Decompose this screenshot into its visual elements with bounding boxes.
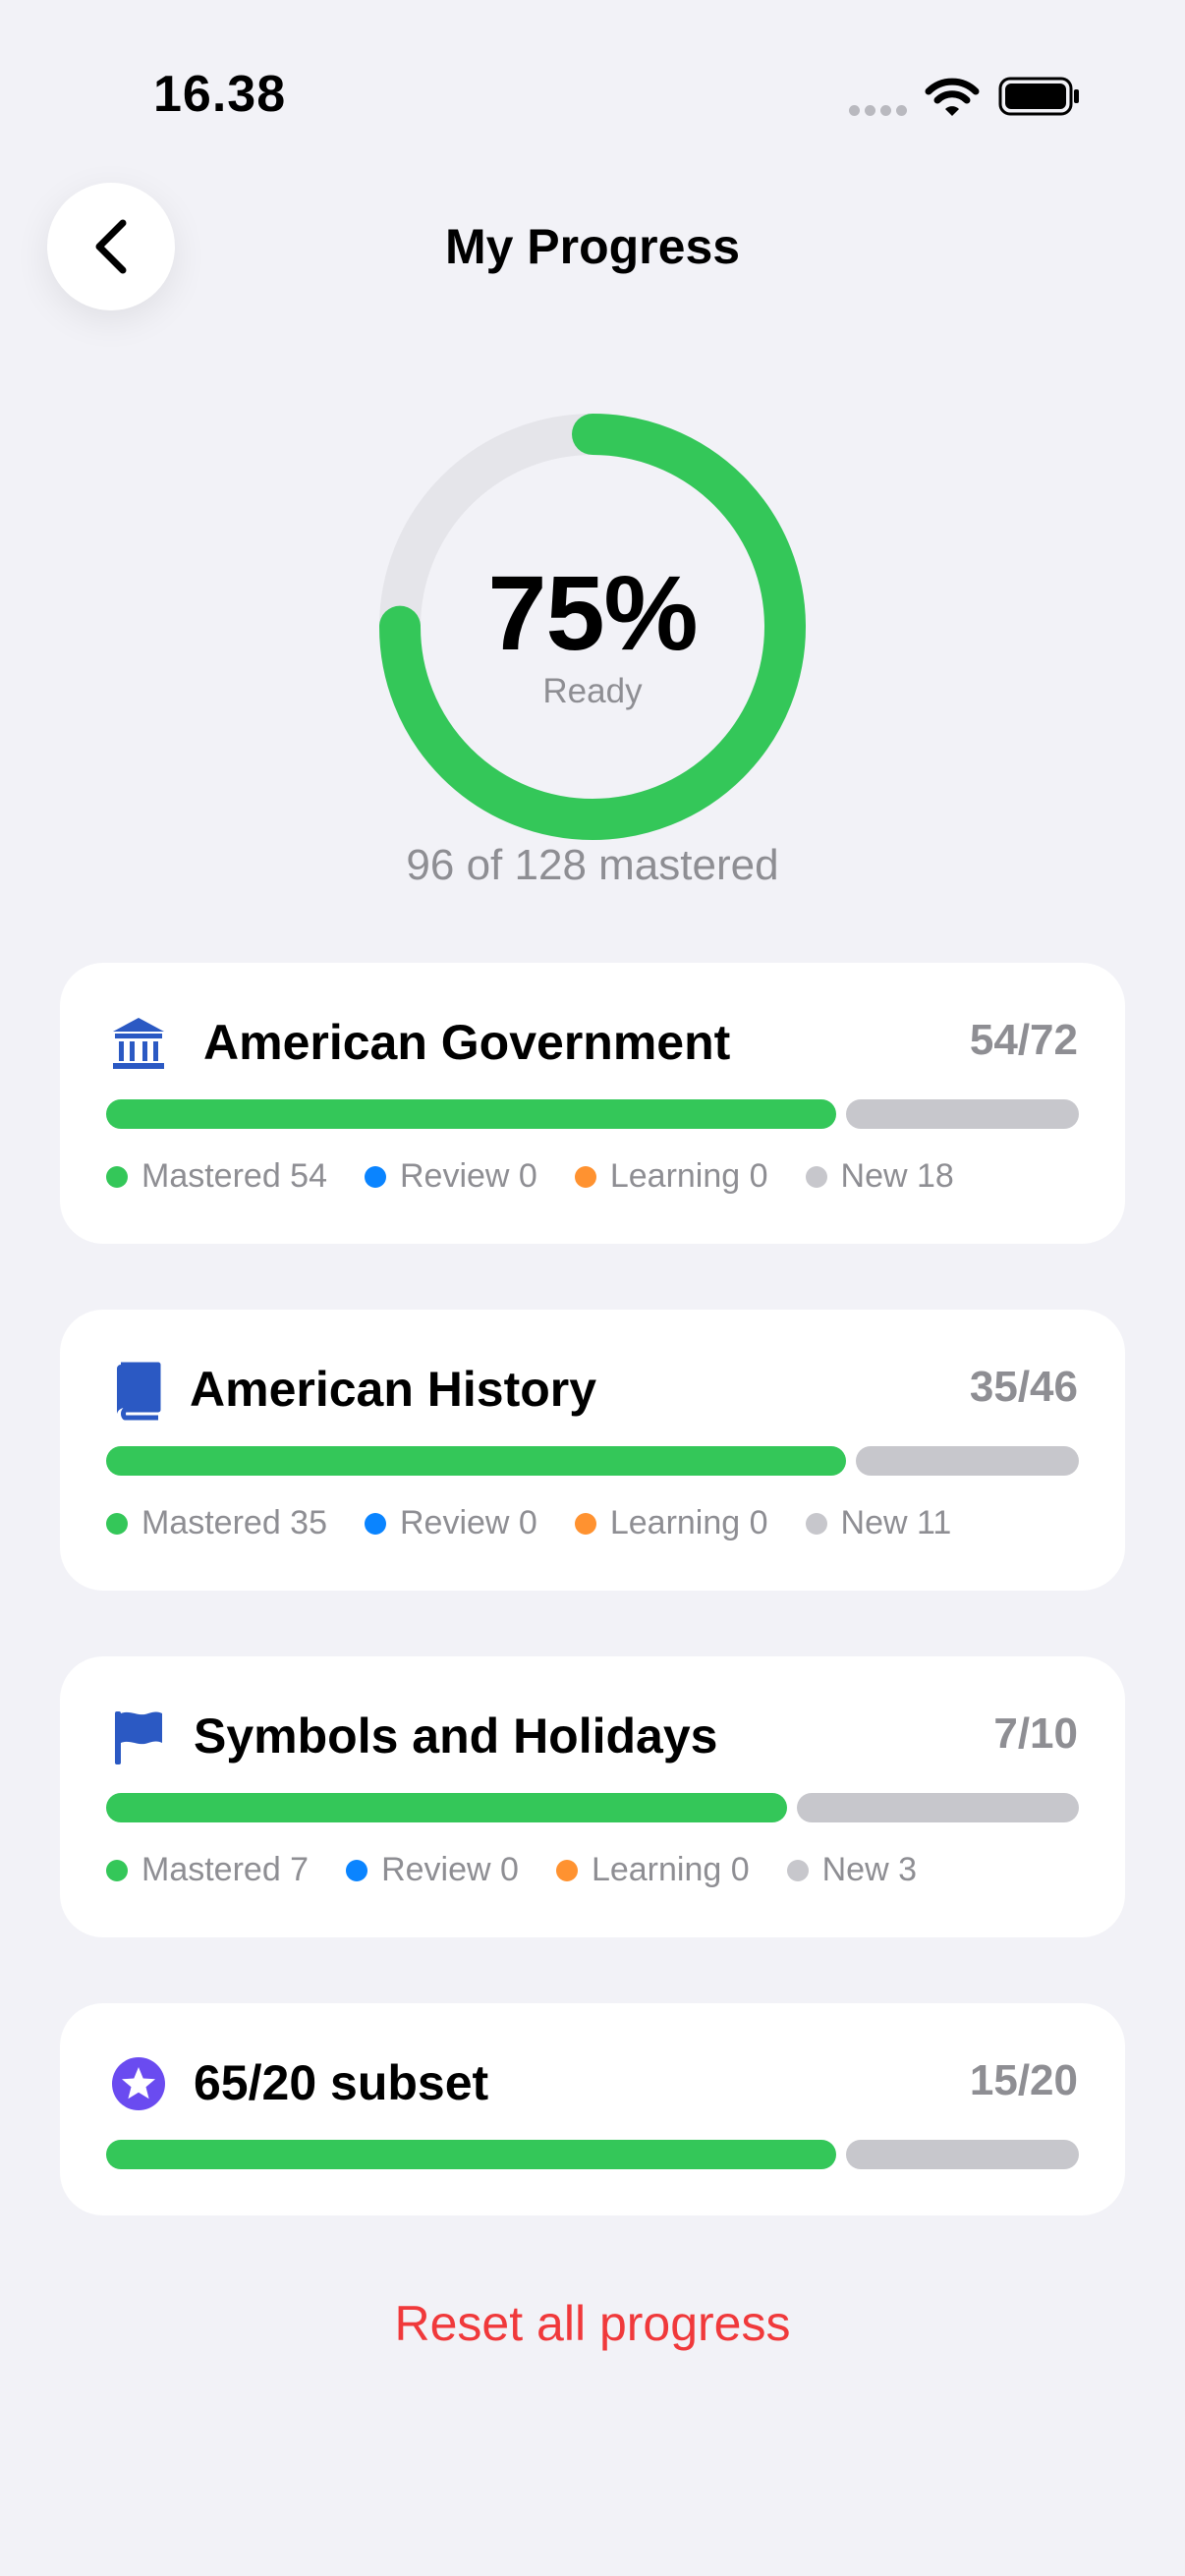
category-legend: Mastered 54 Review 0 Learning 0 New 18 [106,1157,991,1196]
category-title: 65/20 subset [194,2055,489,2110]
page-title: My Progress [444,219,741,274]
readiness-percent: 75% [487,553,698,672]
legend-learning: Learning 0 [574,1504,768,1542]
legend-learning: Learning 0 [555,1851,750,1889]
flag-icon [115,1711,162,1764]
category-count: 7/10 [993,1709,1078,1758]
legend-mastered: Mastered 54 [106,1157,327,1196]
progress-fill [106,2140,836,2169]
category-count: 54/72 [969,1016,1078,1064]
readiness-ring: 75% Ready [379,414,806,840]
category-progress-bar [106,1793,1079,1822]
category-progress-bar [106,2140,1079,2169]
new-dot-icon [786,1859,809,1881]
mastered-summary: 96 of 128 mastered [406,841,779,889]
legend-new: New 3 [786,1851,917,1889]
category-count: 15/20 [969,2056,1078,2104]
status-bar: 16.38 [0,0,1185,187]
category-card-american-history[interactable]: American History 35/46 Mastered 35 Revie… [60,1310,1125,1591]
legend-learning: Learning 0 [574,1157,768,1196]
learning-dot-icon [555,1859,578,1881]
legend-review: Review 0 [346,1851,519,1889]
building-columns-icon [113,1018,164,1069]
category-card-american-government[interactable]: American Government 54/72 Mastered 54 Re… [60,963,1125,1244]
category-progress-bar [106,1099,1079,1129]
category-title: American Government [203,1015,731,1070]
legend-new: New 11 [805,1504,951,1542]
new-dot-icon [805,1165,827,1188]
category-count: 35/46 [969,1363,1078,1411]
readiness-caption: Ready [542,672,643,710]
book-icon [117,1362,161,1421]
progress-remaining [797,1793,1079,1822]
status-time: 16.38 [153,66,287,123]
cellular-signal-icon [849,103,912,121]
progress-remaining [846,2140,1079,2169]
progress-remaining [856,1446,1079,1476]
mastered-dot-icon [106,1165,128,1188]
legend-new: New 18 [805,1157,954,1196]
progress-remaining [846,1099,1079,1129]
legend-review: Review 0 [365,1504,537,1542]
review-dot-icon [365,1512,386,1535]
progress-fill [106,1099,836,1129]
legend-mastered: Mastered 35 [106,1504,327,1542]
mastered-dot-icon [106,1512,128,1535]
star-circle-icon [112,2057,165,2110]
new-dot-icon [805,1512,827,1535]
progress-fill [106,1446,846,1476]
review-dot-icon [346,1859,368,1881]
category-title: Symbols and Holidays [194,1708,718,1764]
reset-all-progress-button[interactable]: Reset all progress [0,2295,1185,2352]
category-legend: Mastered 35 Review 0 Learning 0 New 11 [106,1504,988,1542]
category-card-symbols-and-holidays[interactable]: Symbols and Holidays 7/10 Mastered 7 Rev… [60,1656,1125,1937]
learning-dot-icon [574,1512,596,1535]
learning-dot-icon [574,1165,596,1188]
category-card-65-20-subset[interactable]: 65/20 subset 15/20 [60,2003,1125,2215]
legend-mastered: Mastered 7 [106,1851,309,1889]
wifi-icon [925,78,980,116]
category-progress-bar [106,1446,1079,1476]
progress-fill [106,1793,787,1822]
category-title: American History [190,1362,597,1417]
review-dot-icon [365,1165,386,1188]
legend-review: Review 0 [365,1157,537,1196]
battery-full-icon [998,77,1079,116]
mastered-dot-icon [106,1859,128,1881]
category-legend: Mastered 7 Review 0 Learning 0 New 3 [106,1851,954,1889]
